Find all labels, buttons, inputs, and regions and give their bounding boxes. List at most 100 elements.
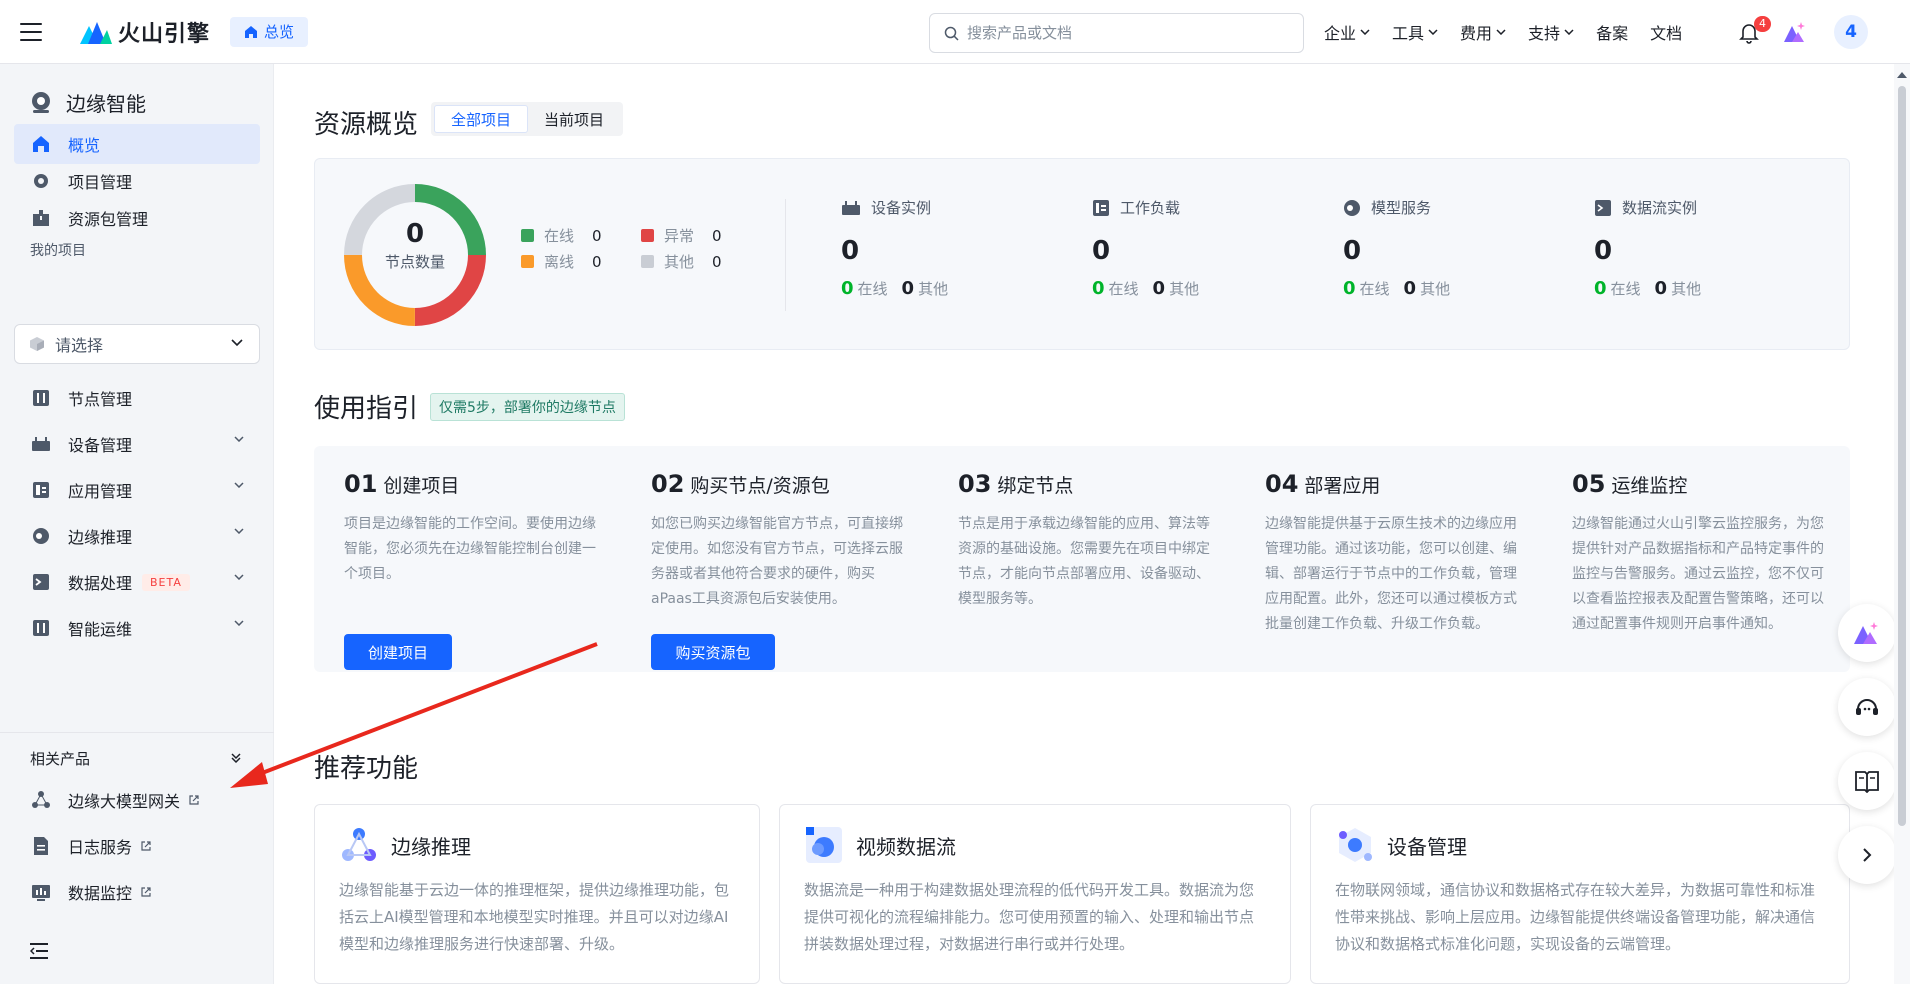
step-number: 01 xyxy=(344,470,378,498)
chevron-down-icon xyxy=(234,574,244,580)
sidebar-item-nodes[interactable]: 节点管理 xyxy=(14,378,260,418)
expand-float-button[interactable] xyxy=(1838,826,1896,884)
related-item-log[interactable]: 日志服务 xyxy=(14,826,260,866)
project-select-value: 请选择 xyxy=(55,336,104,355)
sidebar-item-label: 数据处理 xyxy=(68,574,133,593)
step-description: 项目是边缘智能的工作空间。要使用边缘智能，您必须先在边缘智能控制台创建一个项目。 xyxy=(344,516,596,582)
scroll-up-icon[interactable] xyxy=(1897,72,1907,78)
nav-label: 备案 xyxy=(1596,24,1629,43)
gear-icon xyxy=(30,170,52,192)
node-icon xyxy=(30,387,52,409)
legend-value: 0 xyxy=(592,252,602,271)
nav-support[interactable]: 支持 xyxy=(1528,20,1574,44)
stat-online-count: 0 xyxy=(1343,278,1356,299)
nav-label: 工具 xyxy=(1392,24,1425,43)
sidebar-item-devices[interactable]: 设备管理 xyxy=(14,424,260,464)
legend-online: 在线 0 xyxy=(521,225,602,246)
recommend-card-device-management[interactable]: 设备管理 在物联网领域，通信协议和数据格式存在较大差异，为数据可靠性和标准性带来… xyxy=(1310,804,1850,984)
docs-float-button[interactable] xyxy=(1838,752,1896,810)
stat-label: 模型服务 xyxy=(1371,199,1432,217)
ops-icon xyxy=(30,617,52,639)
nav-enterprise[interactable]: 企业 xyxy=(1324,20,1370,44)
sidebar-item-ops[interactable]: 智能运维 xyxy=(14,608,260,648)
project-select[interactable]: 请选择 xyxy=(14,324,260,364)
stat-model-services: 模型服务 0 0 在线 0 其他 xyxy=(1343,197,1450,299)
nav-billing[interactable]: 费用 xyxy=(1460,20,1506,44)
overview-divider xyxy=(785,199,786,311)
sidebar-title: 边缘智能 xyxy=(28,88,146,117)
sidebar-item-packages[interactable]: 资源包管理 xyxy=(14,198,260,238)
step-description: 边缘智能通过火山引擎云监控服务，为您提供针对产品数据指标和产品特定事件的监控与告… xyxy=(1572,516,1824,632)
recommend-card-inference[interactable]: 边缘推理 边缘智能基于云边一体的推理框架，提供边缘推理功能，包括云上AI模型管理… xyxy=(314,804,760,984)
stat-other-count: 0 xyxy=(1654,278,1668,299)
tab-current-project[interactable]: 当前项目 xyxy=(528,105,620,133)
sidebar-item-apps[interactable]: 应用管理 xyxy=(14,470,260,510)
collapse-sidebar-icon[interactable] xyxy=(30,942,50,960)
sidebar-item-inference[interactable]: 边缘推理 xyxy=(14,516,260,556)
sidebar-item-data-processing[interactable]: 数据处理 BETA xyxy=(14,562,260,602)
stat-workloads: 工作负载 0 0 在线 0 其他 xyxy=(1092,197,1199,299)
related-item-label: 边缘大模型网关 xyxy=(68,792,181,811)
customer-service-float-button[interactable] xyxy=(1838,678,1896,736)
legend-swatch xyxy=(641,255,654,268)
guide-step-4: 04 部署应用 边缘智能提供基于云原生技术的边缘应用管理功能。通过该功能，您可以创… xyxy=(1265,470,1525,637)
related-item-gateway[interactable]: 边缘大模型网关 xyxy=(14,780,260,820)
tab-all-projects[interactable]: 全部项目 xyxy=(434,105,529,133)
recommend-card-title: 边缘推理 xyxy=(391,834,471,859)
sidebar-item-projects[interactable]: 项目管理 xyxy=(14,161,260,201)
step-description: 节点是用于承载边缘智能的应用、算法等资源的基础设施。您需要先在项目中绑定节点，才… xyxy=(958,516,1210,607)
project-scope-toggle: 全部项目 当前项目 xyxy=(431,102,624,136)
inference-icon xyxy=(30,525,52,547)
recommend-card-video-stream[interactable]: 视频数据流 数据流是一种用于构建数据处理流程的低代码开发工具。数据流为您提供可视… xyxy=(779,804,1291,984)
stat-online-count: 0 xyxy=(841,278,854,299)
headset-icon xyxy=(1856,699,1878,715)
search-box[interactable] xyxy=(929,13,1304,53)
book-icon xyxy=(1855,771,1879,793)
nav-docs[interactable]: 文档 xyxy=(1650,20,1682,44)
breadcrumb-overview[interactable]: 总览 xyxy=(230,16,309,47)
sidebar-item-label: 概览 xyxy=(68,136,101,155)
buy-package-button[interactable]: 购买资源包 xyxy=(651,634,775,670)
device-management-illustration-icon xyxy=(1335,825,1375,865)
related-item-monitor[interactable]: 数据监控 xyxy=(14,872,260,912)
legend-swatch xyxy=(641,229,654,242)
double-chevron-icon[interactable] xyxy=(230,752,242,764)
brand-logo[interactable]: 火山引擎 xyxy=(80,16,210,48)
stat-label: 数据流实例 xyxy=(1622,199,1698,217)
sidebar-item-overview[interactable]: 概览 xyxy=(14,124,260,164)
guide-title: 使用指引 xyxy=(314,394,419,424)
node-count-value: 0 xyxy=(405,219,425,249)
menu-icon[interactable] xyxy=(20,22,42,41)
sidebar-item-label: 边缘推理 xyxy=(68,528,133,547)
step-number: 03 xyxy=(958,470,992,498)
scrollbar-thumb[interactable] xyxy=(1898,86,1906,826)
nav-filing[interactable]: 备案 xyxy=(1596,20,1628,44)
ai-assistant-icon[interactable] xyxy=(1782,20,1808,44)
device-icon xyxy=(30,433,52,455)
create-project-button[interactable]: 创建项目 xyxy=(344,634,452,670)
step-title: 绑定节点 xyxy=(997,475,1074,497)
stat-dataflow-instances: 数据流实例 0 0 在线 0 其他 xyxy=(1594,197,1701,299)
notification-badge: 4 xyxy=(1754,16,1771,32)
stat-online-count: 0 xyxy=(1594,278,1607,299)
related-item-label: 日志服务 xyxy=(68,838,133,857)
avatar[interactable]: 4 xyxy=(1834,15,1868,49)
node-count-label: 节点数量 xyxy=(384,253,445,271)
legend-label: 在线 xyxy=(544,227,575,245)
nav-tools[interactable]: 工具 xyxy=(1392,20,1438,44)
scrollbar[interactable] xyxy=(1894,64,1910,984)
external-link-icon xyxy=(189,795,199,805)
recommend-card-desc: 边缘智能基于云边一体的推理框架，提供边缘推理功能，包括云上AI模型管理和本地模型… xyxy=(339,881,730,953)
legend-abnormal: 异常 0 xyxy=(641,225,722,246)
sidebar: 边缘智能 概览 项目管理 资源包管理 我的项目 请选择 节点管理 设备管理 应用… xyxy=(0,64,274,984)
overview-title: 资源概览 xyxy=(314,110,419,140)
stat-other-label: 其他 xyxy=(918,280,949,298)
ai-assistant-float-button[interactable] xyxy=(1838,604,1896,662)
stat-device-instances: 设备实例 0 0 在线 0 其他 xyxy=(841,197,948,299)
model-icon xyxy=(1344,199,1360,216)
sidebar-item-label: 资源包管理 xyxy=(68,210,149,229)
nav-label: 企业 xyxy=(1324,24,1357,43)
legend-label: 离线 xyxy=(544,253,575,271)
nav-label: 费用 xyxy=(1460,24,1493,43)
search-input[interactable] xyxy=(967,24,1287,42)
